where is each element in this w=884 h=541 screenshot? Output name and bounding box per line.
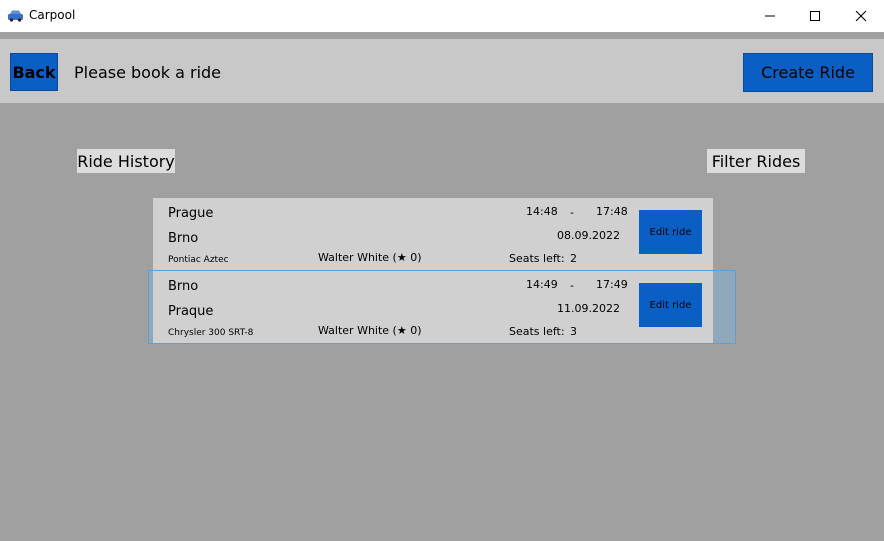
ride-row[interactable]: Prague Brno Pontiac Aztec Walter White (… [153,198,713,270]
ride-to: Praque [168,304,214,319]
car-icon [8,10,23,22]
filter-rides-button[interactable]: Filter Rides [707,149,805,173]
title-bar: Carpool [0,0,884,32]
create-ride-button[interactable]: Create Ride [743,53,873,92]
minimize-icon [765,15,775,17]
ride-date: 08.09.2022 [557,229,620,242]
ride-list: Prague Brno Pontiac Aztec Walter White (… [148,197,736,344]
close-button[interactable] [838,0,884,32]
ride-date: 11.09.2022 [557,302,620,315]
edit-ride-button[interactable]: Edit ride [639,210,702,254]
seats-left-value: 3 [570,325,577,338]
ride-driver: Walter White (★ 0) [318,251,422,264]
back-button[interactable]: Back [10,53,58,91]
time-separator: - [570,206,574,219]
maximize-button[interactable] [792,0,838,32]
seats-left-label: Seats left: [509,252,565,265]
window-title: Carpool [29,8,76,22]
seats-left-value: 2 [570,252,577,265]
ride-from: Brno [168,279,199,294]
seats-left-label: Seats left: [509,325,565,338]
ride-departure-time: 14:48 [526,205,558,218]
header-bar: Back Please book a ride Create Ride [0,39,884,103]
ride-arrival-time: 17:48 [596,205,628,218]
ride-to: Brno [168,231,199,246]
ride-car: Chrysler 300 SRT-8 [168,328,254,338]
ride-arrival-time: 17:49 [596,278,628,291]
page-title: Please book a ride [74,63,222,82]
ride-departure-time: 14:49 [526,278,558,291]
ride-history-button[interactable]: Ride History [77,149,175,173]
edit-ride-button[interactable]: Edit ride [639,283,702,327]
close-icon [855,10,867,22]
minimize-button[interactable] [747,0,793,32]
ride-from: Prague [168,206,214,221]
ride-car: Pontiac Aztec [168,255,229,265]
top-band [0,32,884,39]
ride-driver: Walter White (★ 0) [318,324,422,337]
selected-ride-row[interactable]: Brno Praque Chrysler 300 SRT-8 Walter Wh… [148,270,736,344]
time-separator: - [570,279,574,292]
maximize-icon [810,11,820,21]
ride-row[interactable]: Brno Praque Chrysler 300 SRT-8 Walter Wh… [153,271,713,343]
